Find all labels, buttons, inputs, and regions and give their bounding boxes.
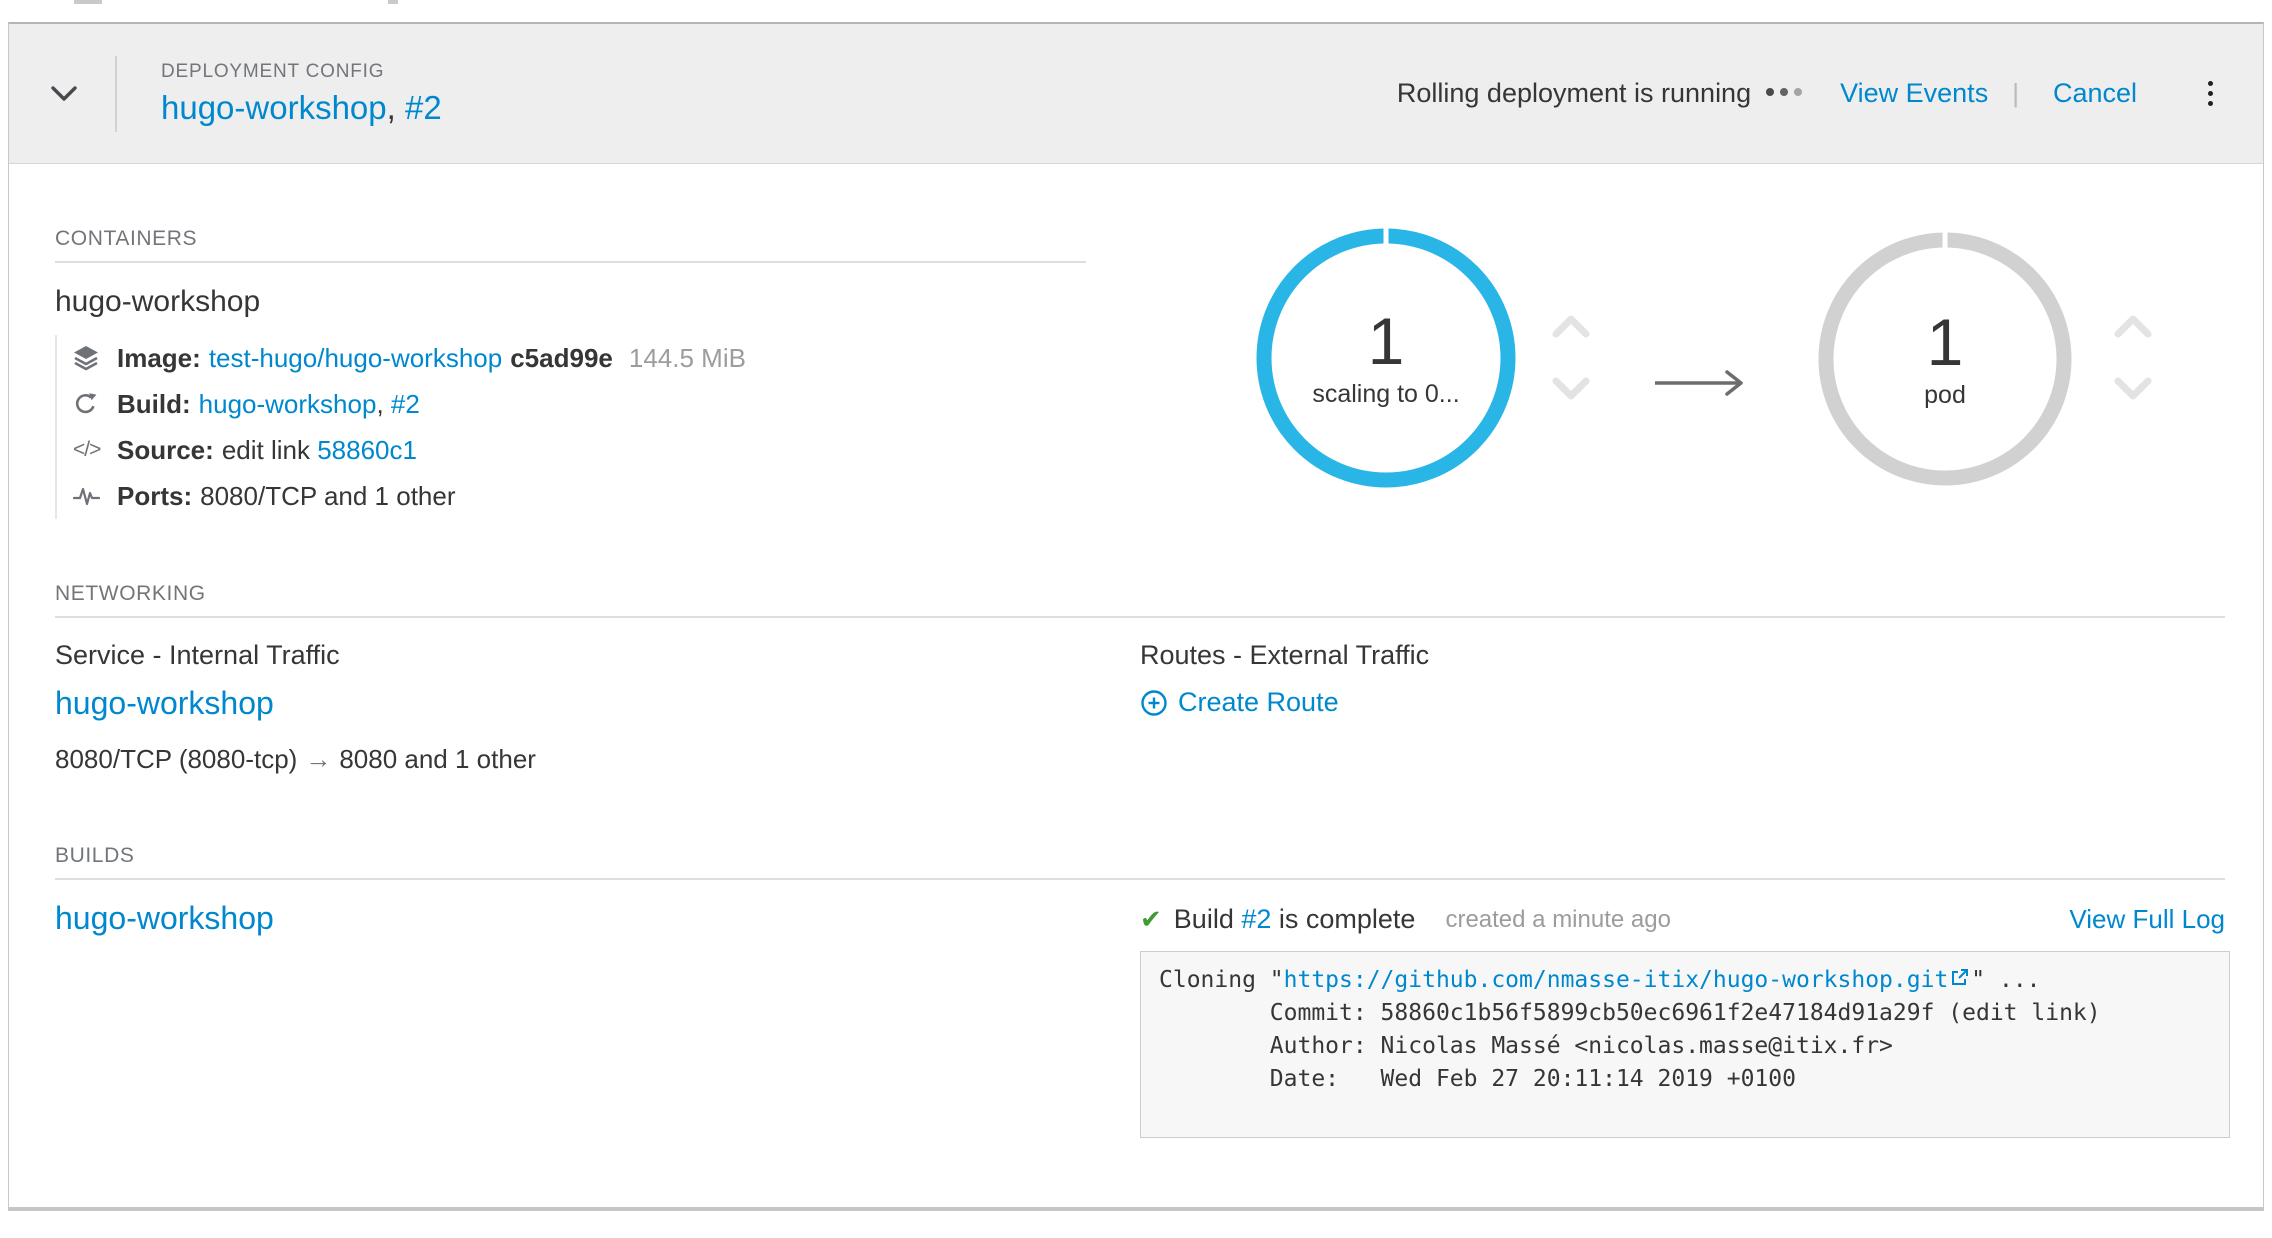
- deployment-revision-link[interactable]: #2: [405, 89, 442, 126]
- build-number-link[interactable]: #2: [1241, 904, 1271, 935]
- header-divider: [115, 56, 117, 132]
- log-line-date: Date: Wed Feb 27 20:11:14 2019 +0100: [1159, 1063, 2211, 1096]
- target-pod-caption: pod: [1924, 381, 1966, 410]
- image-label: Image:: [117, 343, 201, 374]
- current-replica-caption: scaling to 0...: [1312, 380, 1459, 409]
- builds-section-title: BUILDS: [55, 844, 2225, 868]
- networking-section: NETWORKING Service - Internal Traffic hu…: [55, 582, 2225, 775]
- arrow-right-icon: [1653, 365, 1753, 406]
- service-column: Service - Internal Traffic hugo-workshop…: [55, 640, 1140, 775]
- refresh-icon: [73, 392, 117, 417]
- deployment-config-link[interactable]: hugo-workshop: [161, 89, 387, 126]
- chevron-up-icon[interactable]: [2113, 313, 2153, 344]
- section-rule: [55, 878, 2225, 880]
- build-log-snippet: Cloning "https://github.com/nmasse-itix/…: [1140, 951, 2230, 1138]
- card-body: CONTAINERS hugo-workshop Image: test-hug…: [9, 164, 2263, 1210]
- build-status-row: ✔ Build #2 is complete created a minute …: [1140, 904, 2225, 935]
- ports-label: Ports:: [117, 481, 192, 512]
- source-text: edit link: [222, 435, 317, 466]
- build-number-link[interactable]: #2: [391, 389, 420, 420]
- view-full-log-link[interactable]: View Full Log: [2069, 904, 2225, 935]
- external-link-icon: [1950, 964, 1969, 997]
- containers-section: CONTAINERS hugo-workshop Image: test-hug…: [55, 227, 1086, 519]
- deployment-status-text: Rolling deployment is running: [1397, 78, 1751, 109]
- ports-row: Ports: 8080/TCP and 1 other: [73, 473, 1086, 519]
- pulse-icon: [73, 483, 117, 509]
- image-size: 144.5 MiB: [629, 343, 746, 374]
- log-line-author: Author: Nicolas Massé <nicolas.masse@iti…: [1159, 1030, 2211, 1063]
- build-config-link[interactable]: hugo-workshop: [55, 900, 274, 937]
- git-repo-link[interactable]: https://github.com/nmasse-itix/hugo-work…: [1284, 967, 1949, 993]
- image-row: Image: test-hugo/hugo-workshop c5ad99e 1…: [73, 335, 1086, 381]
- log-line-commit: Commit: 58860c1b56f5899cb50ec6961f2e4718…: [1159, 997, 2211, 1030]
- service-title: Service - Internal Traffic: [55, 640, 1140, 671]
- build-config-column: hugo-workshop: [55, 882, 1140, 1138]
- log-line-cloning: Cloning "https://github.com/nmasse-itix/…: [1159, 964, 2211, 997]
- container-name: hugo-workshop: [55, 285, 1086, 319]
- source-label: Source:: [117, 435, 214, 466]
- chevron-down-icon[interactable]: [1551, 376, 1591, 407]
- source-commit-link[interactable]: 58860c1: [317, 435, 417, 466]
- running-dots-icon: [1760, 88, 1802, 99]
- build-created-timestamp: created a minute ago: [1445, 906, 1670, 934]
- action-separator: |: [2012, 78, 2019, 109]
- plus-circle-icon: [1140, 689, 1168, 717]
- code-icon: </>: [73, 438, 117, 462]
- resource-kind-label: DEPLOYMENT CONFIG: [161, 61, 442, 83]
- service-link[interactable]: hugo-workshop: [55, 685, 274, 722]
- target-scale-stepper: [2113, 313, 2153, 407]
- build-status-complete: is complete: [1271, 904, 1415, 935]
- page-title: hugo-workshop, #2: [161, 89, 442, 127]
- chevron-up-icon[interactable]: [1551, 313, 1591, 344]
- check-icon: ✔: [1140, 904, 1162, 935]
- current-replicas-donut: 1 scaling to 0...: [1255, 227, 1517, 489]
- deployment-config-card: DEPLOYMENT CONFIG hugo-workshop, #2 Roll…: [8, 22, 2264, 1211]
- image-stream-link[interactable]: test-hugo/hugo-workshop: [209, 343, 502, 374]
- title-separator: ,: [387, 89, 405, 126]
- create-route-button[interactable]: Create Route: [1140, 687, 1339, 718]
- chevron-down-icon[interactable]: [2113, 376, 2153, 407]
- build-label: Build:: [117, 389, 191, 420]
- routes-title: Routes - External Traffic: [1140, 640, 2225, 671]
- layers-icon: [73, 345, 117, 371]
- section-rule: [55, 616, 2225, 618]
- image-sha: c5ad99e: [510, 343, 613, 374]
- build-status-text: Build: [1174, 904, 1242, 935]
- build-config-link[interactable]: hugo-workshop: [199, 389, 377, 420]
- card-header: DEPLOYMENT CONFIG hugo-workshop, #2 Roll…: [9, 24, 2263, 164]
- networking-section-title: NETWORKING: [55, 582, 2225, 606]
- build-status-column: ✔ Build #2 is complete created a minute …: [1140, 882, 2225, 1138]
- header-titles: DEPLOYMENT CONFIG hugo-workshop, #2: [161, 61, 442, 127]
- scaling-panel: 1 scaling to 0... 1 pod: [1255, 227, 2255, 527]
- cutoff-fragment: [388, 0, 398, 4]
- header-actions: Rolling deployment is running View Event…: [1397, 77, 2225, 111]
- routes-column: Routes - External Traffic Create Route: [1140, 640, 2225, 775]
- service-port-mapping: 8080/TCP (8080-tcp)→8080 and 1 other: [55, 744, 1140, 775]
- cancel-deployment-link[interactable]: Cancel: [2053, 78, 2137, 109]
- ports-text: 8080/TCP and 1 other: [200, 481, 455, 512]
- target-pods-donut: 1 pod: [1817, 231, 2073, 487]
- source-row: </> Source: edit link 58860c1: [73, 427, 1086, 473]
- target-pod-count: 1: [1927, 309, 1964, 375]
- containers-section-title: CONTAINERS: [55, 227, 1086, 251]
- build-separator: ,: [376, 389, 390, 420]
- collapse-chevron-icon[interactable]: [47, 80, 81, 108]
- current-replica-count: 1: [1368, 308, 1405, 374]
- arrow-right-icon: →: [297, 744, 339, 774]
- builds-section: BUILDS hugo-workshop ✔ Build #2 is compl…: [55, 844, 2225, 1138]
- view-events-link[interactable]: View Events: [1840, 78, 1988, 109]
- build-row: Build: hugo-workshop , #2: [73, 381, 1086, 427]
- cutoff-fragment: [74, 0, 102, 4]
- current-scale-stepper: [1551, 313, 1591, 407]
- kebab-menu-icon[interactable]: [2195, 77, 2225, 111]
- container-detail-rows: Image: test-hugo/hugo-workshop c5ad99e 1…: [55, 335, 1086, 519]
- section-rule: [55, 261, 1086, 263]
